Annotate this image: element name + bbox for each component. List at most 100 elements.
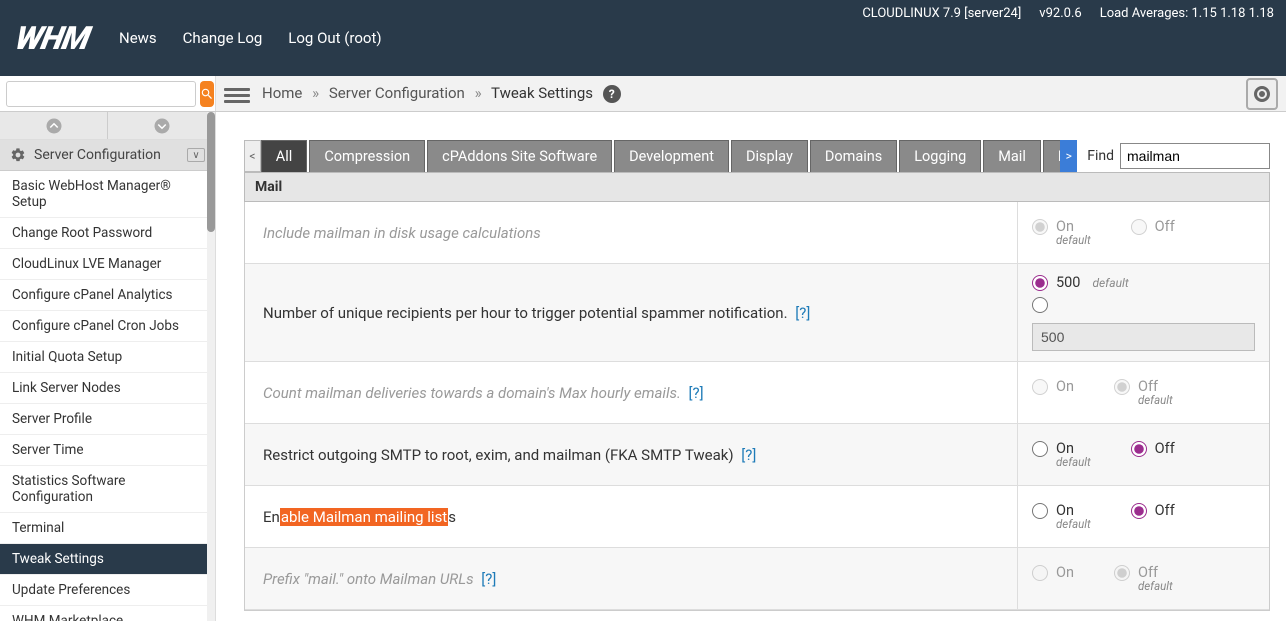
sidebar-item-update-prefs[interactable]: Update Preferences xyxy=(0,575,215,606)
custom-value-input[interactable] xyxy=(1032,323,1255,351)
sidebar-item-marketplace[interactable]: WHM Marketplace xyxy=(0,606,215,621)
setting-label: Number of unique recipients per hour to … xyxy=(245,264,1017,361)
collapse-all-button[interactable] xyxy=(0,112,108,139)
tab-mail[interactable]: Mail xyxy=(983,140,1041,172)
nav-changelog[interactable]: Change Log xyxy=(183,29,263,47)
breadcrumb: Home » Server Configuration » Tweak Sett… xyxy=(262,84,621,103)
radio-off[interactable]: Off xyxy=(1131,440,1175,457)
default-label: default xyxy=(1138,579,1173,593)
find-input[interactable] xyxy=(1120,143,1270,169)
menu-toggle-icon[interactable] xyxy=(224,81,250,107)
help-icon[interactable]: ? xyxy=(603,85,621,103)
tab-scroll-left[interactable]: < xyxy=(244,140,261,172)
default-label: default xyxy=(1056,455,1091,469)
setting-row: Enable Mailman mailing lists On default … xyxy=(245,486,1269,548)
sidebar-search xyxy=(0,76,216,111)
nav-logout[interactable]: Log Out (root) xyxy=(288,29,381,47)
breadcrumb-current: Tweak Settings xyxy=(491,84,593,102)
find-label: Find xyxy=(1087,148,1114,164)
sidebar-item-change-root-password[interactable]: Change Root Password xyxy=(0,218,215,249)
default-label: default xyxy=(1138,393,1173,407)
sidebar-item-basic-setup[interactable]: Basic WebHost Manager® Setup xyxy=(0,171,215,218)
collapse-controls xyxy=(0,112,215,140)
setting-row: Prefix "mail." onto Mailman URLs [?] On … xyxy=(245,548,1269,610)
setting-label: Enable Mailman mailing lists xyxy=(245,486,1017,547)
search-button[interactable] xyxy=(200,81,214,107)
expand-all-button[interactable] xyxy=(108,112,215,139)
sidebar-item-tweak-settings[interactable]: Tweak Settings xyxy=(0,544,215,575)
setting-label: Count mailman deliveries towards a domai… xyxy=(245,362,1017,423)
breadcrumb-home[interactable]: Home xyxy=(262,84,302,102)
setting-row: Include mailman in disk usage calculatio… xyxy=(245,202,1269,264)
tab-logging[interactable]: Logging xyxy=(899,140,981,172)
setting-controls: On default Off xyxy=(1017,202,1269,263)
tab-domains[interactable]: Domains xyxy=(810,140,897,172)
system-info: CLOUDLINUX 7.9 [server24] v92.0.6 Load A… xyxy=(862,6,1274,21)
breadcrumb-sep: » xyxy=(475,84,482,102)
default-label: default xyxy=(1056,517,1091,531)
tab-all[interactable]: All xyxy=(261,140,308,172)
sidebar-section-label: Server Configuration xyxy=(34,147,161,163)
secondary-bar: Home » Server Configuration » Tweak Sett… xyxy=(0,76,1286,112)
breadcrumb-bar: Home » Server Configuration » Tweak Sett… xyxy=(216,76,1286,111)
setting-controls: On Off default xyxy=(1017,362,1269,423)
radio-on[interactable]: On xyxy=(1032,378,1074,395)
setting-controls: 500default xyxy=(1017,264,1269,361)
help-link[interactable]: [?] xyxy=(481,570,496,588)
tab-display[interactable]: Display xyxy=(731,140,808,172)
tab-scroll-right[interactable]: > xyxy=(1060,140,1077,172)
gear-icon xyxy=(10,147,26,163)
whm-logo: WHM xyxy=(12,19,93,57)
focus-button[interactable] xyxy=(1246,78,1278,110)
sidebar-scrollbar[interactable] xyxy=(207,112,215,621)
sidebar-item-analytics[interactable]: Configure cPanel Analytics xyxy=(0,280,215,311)
setting-label: Include mailman in disk usage calculatio… xyxy=(245,202,1017,263)
setting-row: Number of unique recipients per hour to … xyxy=(245,264,1269,362)
radio-default-value[interactable]: 500default xyxy=(1032,274,1255,291)
sidebar-item-cloudlinux[interactable]: CloudLinux LVE Manager xyxy=(0,249,215,280)
help-link[interactable]: [?] xyxy=(689,384,704,402)
load-info: Load Averages: 1.15 1.18 1.18 xyxy=(1100,6,1274,21)
default-label: default xyxy=(1056,233,1091,247)
sidebar-item-statistics[interactable]: Statistics Software Configuration xyxy=(0,466,215,513)
tab-compression[interactable]: Compression xyxy=(309,140,425,172)
setting-label: Restrict outgoing SMTP to root, exim, an… xyxy=(245,424,1017,485)
setting-label: Prefix "mail." onto Mailman URLs [?] xyxy=(245,548,1017,609)
help-link[interactable]: [?] xyxy=(741,446,756,464)
find-area: Find xyxy=(1087,143,1270,169)
top-bar: CLOUDLINUX 7.9 [server24] v92.0.6 Load A… xyxy=(0,0,1286,76)
sidebar-item-link-nodes[interactable]: Link Server Nodes xyxy=(0,373,215,404)
setting-controls: On default Off xyxy=(1017,486,1269,547)
sidebar-item-server-time[interactable]: Server Time xyxy=(0,435,215,466)
sidebar-search-input[interactable] xyxy=(6,81,196,107)
target-icon xyxy=(1254,86,1270,102)
sidebar-item-quota[interactable]: Initial Quota Setup xyxy=(0,342,215,373)
sidebar-item-terminal[interactable]: Terminal xyxy=(0,513,215,544)
radio-on[interactable]: On xyxy=(1032,564,1074,581)
top-nav: News Change Log Log Out (root) xyxy=(119,29,382,47)
search-highlight: able Mailman mailing list xyxy=(280,508,448,526)
breadcrumb-sep: » xyxy=(312,84,319,102)
breadcrumb-section[interactable]: Server Configuration xyxy=(329,84,465,102)
tab-bar: < All Compression cPAddons Site Software… xyxy=(244,140,1270,172)
sidebar-section-server-config[interactable]: Server Configuration ∨ xyxy=(0,140,215,171)
tab-development[interactable]: Development xyxy=(614,140,729,172)
tab-cpaddons[interactable]: cPAddons Site Software xyxy=(427,140,612,172)
search-icon xyxy=(200,87,214,101)
nav-news[interactable]: News xyxy=(119,29,157,47)
setting-controls: On default Off xyxy=(1017,424,1269,485)
chevron-down-icon xyxy=(153,117,171,135)
chevron-up-icon xyxy=(45,117,63,135)
chevron-down-icon: ∨ xyxy=(187,148,205,162)
section-heading-mail: Mail xyxy=(244,172,1270,202)
main-content: < All Compression cPAddons Site Software… xyxy=(216,112,1286,621)
tab-notifications[interactable]: Notifica xyxy=(1043,140,1061,172)
sidebar-item-cron[interactable]: Configure cPanel Cron Jobs xyxy=(0,311,215,342)
setting-row: Count mailman deliveries towards a domai… xyxy=(245,362,1269,424)
help-link[interactable]: [?] xyxy=(795,304,810,322)
radio-off[interactable]: Off xyxy=(1131,502,1175,519)
sidebar-item-server-profile[interactable]: Server Profile xyxy=(0,404,215,435)
radio-custom-value[interactable] xyxy=(1032,297,1255,313)
radio-off[interactable]: Off xyxy=(1131,218,1175,235)
sidebar: Server Configuration ∨ Basic WebHost Man… xyxy=(0,112,216,621)
